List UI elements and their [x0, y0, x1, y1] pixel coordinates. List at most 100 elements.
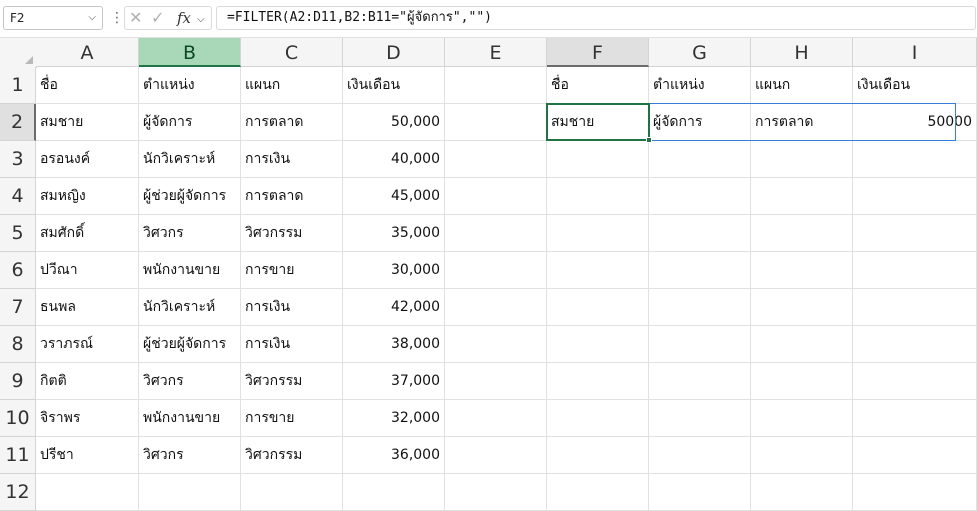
cell-c8[interactable]: การเงิน [241, 326, 343, 363]
cell-i1[interactable]: เงินเดือน [853, 67, 977, 104]
cell-g12[interactable] [649, 474, 751, 511]
column-header-f[interactable]: F [547, 38, 649, 67]
cell-b7[interactable]: นักวิเคราะห์ [139, 289, 241, 326]
cell-i3[interactable] [853, 141, 977, 178]
cell-f3[interactable] [547, 141, 649, 178]
cell-c7[interactable]: การเงิน [241, 289, 343, 326]
cell-g9[interactable] [649, 363, 751, 400]
cell-i11[interactable] [853, 437, 977, 474]
row-header-7[interactable]: 7 [0, 289, 36, 326]
cell-h3[interactable] [751, 141, 853, 178]
cell-i2[interactable]: 50000 [853, 104, 977, 141]
cell-d8[interactable]: 38,000 [343, 326, 445, 363]
column-header-c[interactable]: C [241, 38, 343, 67]
cell-a8[interactable]: วราภรณ์ [36, 326, 139, 363]
cell-g7[interactable] [649, 289, 751, 326]
cell-e5[interactable] [445, 215, 547, 252]
cell-d7[interactable]: 42,000 [343, 289, 445, 326]
row-header-9[interactable]: 9 [0, 363, 36, 400]
cell-c5[interactable]: วิศวกรรม [241, 215, 343, 252]
row-header-4[interactable]: 4 [0, 178, 36, 215]
fill-handle[interactable] [646, 137, 652, 143]
cell-f11[interactable] [547, 437, 649, 474]
cell-h9[interactable] [751, 363, 853, 400]
row-header-1[interactable]: 1 [0, 67, 36, 104]
cell-e2[interactable] [445, 104, 547, 141]
cell-i12[interactable] [853, 474, 977, 511]
column-header-a[interactable]: A [36, 38, 139, 67]
row-header-11[interactable]: 11 [0, 437, 36, 474]
cell-b12[interactable] [139, 474, 241, 511]
cell-h8[interactable] [751, 326, 853, 363]
column-header-b[interactable]: B [139, 38, 241, 67]
cell-e4[interactable] [445, 178, 547, 215]
cell-b10[interactable]: พนักงานขาย [139, 400, 241, 437]
cell-i10[interactable] [853, 400, 977, 437]
row-header-3[interactable]: 3 [0, 141, 36, 178]
cell-g3[interactable] [649, 141, 751, 178]
cell-b1[interactable]: ตำแหน่ง [139, 67, 241, 104]
row-header-10[interactable]: 10 [0, 400, 36, 437]
cell-d10[interactable]: 32,000 [343, 400, 445, 437]
cell-a10[interactable]: จิราพร [36, 400, 139, 437]
cell-b6[interactable]: พนักงานขาย [139, 252, 241, 289]
cell-f12[interactable] [547, 474, 649, 511]
cell-a3[interactable]: อรอนงค์ [36, 141, 139, 178]
cell-e1[interactable] [445, 67, 547, 104]
cell-h12[interactable] [751, 474, 853, 511]
cell-f4[interactable] [547, 178, 649, 215]
cell-g2[interactable]: ผู้จัดการ [649, 104, 751, 141]
cell-d11[interactable]: 36,000 [343, 437, 445, 474]
cell-b8[interactable]: ผู้ช่วยผู้จัดการ [139, 326, 241, 363]
cell-c2[interactable]: การตลาด [241, 104, 343, 141]
cell-e7[interactable] [445, 289, 547, 326]
cell-f8[interactable] [547, 326, 649, 363]
cell-f1[interactable]: ชื่อ [547, 67, 649, 104]
row-header-5[interactable]: 5 [0, 215, 36, 252]
cell-b3[interactable]: นักวิเคราะห์ [139, 141, 241, 178]
cell-a5[interactable]: สมศักดิ์ [36, 215, 139, 252]
cell-g8[interactable] [649, 326, 751, 363]
cell-h1[interactable]: แผนก [751, 67, 853, 104]
column-header-e[interactable]: E [445, 38, 547, 67]
cell-d3[interactable]: 40,000 [343, 141, 445, 178]
row-header-6[interactable]: 6 [0, 252, 36, 289]
cell-e6[interactable] [445, 252, 547, 289]
name-box[interactable]: F2 ⌵ [3, 6, 103, 30]
cell-e10[interactable] [445, 400, 547, 437]
cell-c3[interactable]: การเงิน [241, 141, 343, 178]
cell-c12[interactable] [241, 474, 343, 511]
cell-d12[interactable] [343, 474, 445, 511]
cell-e12[interactable] [445, 474, 547, 511]
cell-i4[interactable] [853, 178, 977, 215]
cell-c1[interactable]: แผนก [241, 67, 343, 104]
chevron-down-icon[interactable]: ⌵ [197, 11, 205, 29]
cell-a9[interactable]: กิตติ [36, 363, 139, 400]
row-header-8[interactable]: 8 [0, 326, 36, 363]
cell-a11[interactable]: ปรีชา [36, 437, 139, 474]
cell-i9[interactable] [853, 363, 977, 400]
cell-b4[interactable]: ผู้ช่วยผู้จัดการ [139, 178, 241, 215]
cell-b9[interactable]: วิศวกร [139, 363, 241, 400]
row-header-2[interactable]: 2 [0, 104, 36, 141]
row-header-12[interactable]: 12 [0, 474, 36, 511]
cell-c11[interactable]: วิศวกรรม [241, 437, 343, 474]
cell-g11[interactable] [649, 437, 751, 474]
cell-f2[interactable]: สมชาย [547, 104, 649, 141]
cell-g5[interactable] [649, 215, 751, 252]
cell-d5[interactable]: 35,000 [343, 215, 445, 252]
column-header-g[interactable]: G [649, 38, 751, 67]
cell-c9[interactable]: วิศวกรรม [241, 363, 343, 400]
column-header-h[interactable]: H [751, 38, 853, 67]
cell-d4[interactable]: 45,000 [343, 178, 445, 215]
cell-g6[interactable] [649, 252, 751, 289]
chevron-down-icon[interactable]: ⌵ [88, 7, 96, 29]
cell-e11[interactable] [445, 437, 547, 474]
cell-i5[interactable] [853, 215, 977, 252]
cell-h4[interactable] [751, 178, 853, 215]
cell-a2[interactable]: สมชาย [36, 104, 139, 141]
cell-d6[interactable]: 30,000 [343, 252, 445, 289]
cell-c6[interactable]: การขาย [241, 252, 343, 289]
formula-input[interactable]: =FILTER(A2:D11,B2:B11="ผู้จัดการ","") [216, 6, 976, 30]
cell-d1[interactable]: เงินเดือน [343, 67, 445, 104]
